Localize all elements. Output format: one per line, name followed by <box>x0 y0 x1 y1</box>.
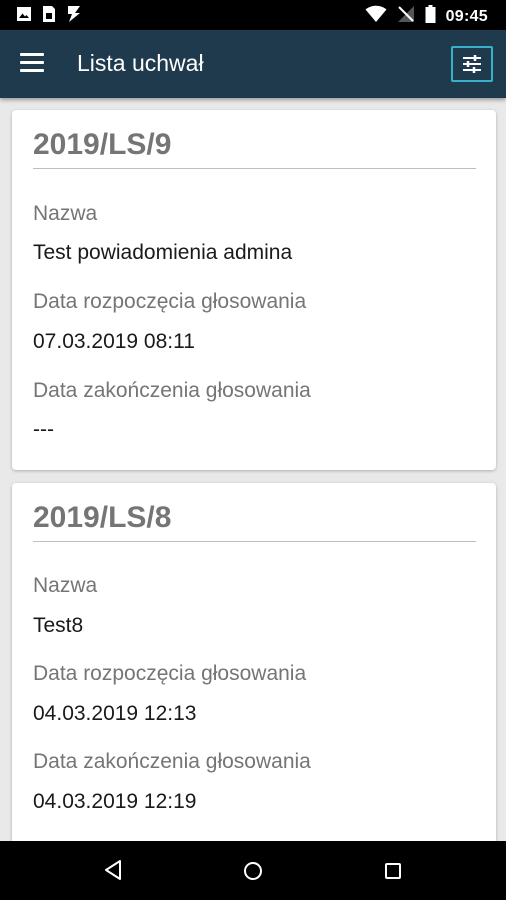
end-date-label: Data zakończenia głosowania <box>33 379 311 402</box>
menu-button[interactable] <box>20 53 46 75</box>
end-date-value: --- <box>33 418 54 441</box>
name-label: Nazwa <box>33 202 98 225</box>
resolution-number: 2019/LS/9 <box>33 128 172 161</box>
tune-icon <box>463 55 481 73</box>
name-value: Test powiadomienia admina <box>33 241 293 264</box>
flash-icon <box>66 5 82 28</box>
name-value: Test8 <box>33 614 84 637</box>
end-date-value: 04.03.2019 12:19 <box>33 790 197 813</box>
battery-icon <box>425 5 436 28</box>
no-signal-icon <box>397 5 415 28</box>
home-icon <box>244 862 262 880</box>
divider <box>33 541 476 542</box>
resolution-card[interactable]: 2019/LS/9 Nazwa Test powiadomienia admin… <box>12 110 496 470</box>
app-bar: Lista uchwał <box>0 30 506 98</box>
resolution-card[interactable]: 2019/LS/8 Nazwa Test8 Data rozpoczęcia g… <box>12 483 496 853</box>
recents-icon <box>385 863 401 879</box>
start-date-label: Data rozpoczęcia głosowania <box>33 290 307 313</box>
status-bar: 09:45 <box>0 0 506 30</box>
menu-icon <box>20 53 46 72</box>
filter-button[interactable] <box>451 46 493 82</box>
resolution-number: 2019/LS/8 <box>33 501 172 534</box>
home-button[interactable] <box>243 861 263 886</box>
wifi-icon <box>365 5 387 28</box>
end-date-label: Data zakończenia głosowania <box>33 750 311 773</box>
clock: 09:45 <box>445 7 488 25</box>
start-date-value: 07.03.2019 08:11 <box>33 330 195 353</box>
divider <box>33 168 476 169</box>
start-date-value: 04.03.2019 12:13 <box>33 702 197 725</box>
page-title: Lista uchwał <box>77 50 204 76</box>
start-date-label: Data rozpoczęcia głosowania <box>33 662 307 685</box>
recents-button[interactable] <box>384 862 402 885</box>
back-icon <box>105 860 121 880</box>
name-label: Nazwa <box>33 574 98 597</box>
image-icon <box>16 6 32 27</box>
back-button[interactable] <box>103 859 123 886</box>
navigation-bar <box>0 841 506 900</box>
sim-card-icon <box>42 5 56 28</box>
